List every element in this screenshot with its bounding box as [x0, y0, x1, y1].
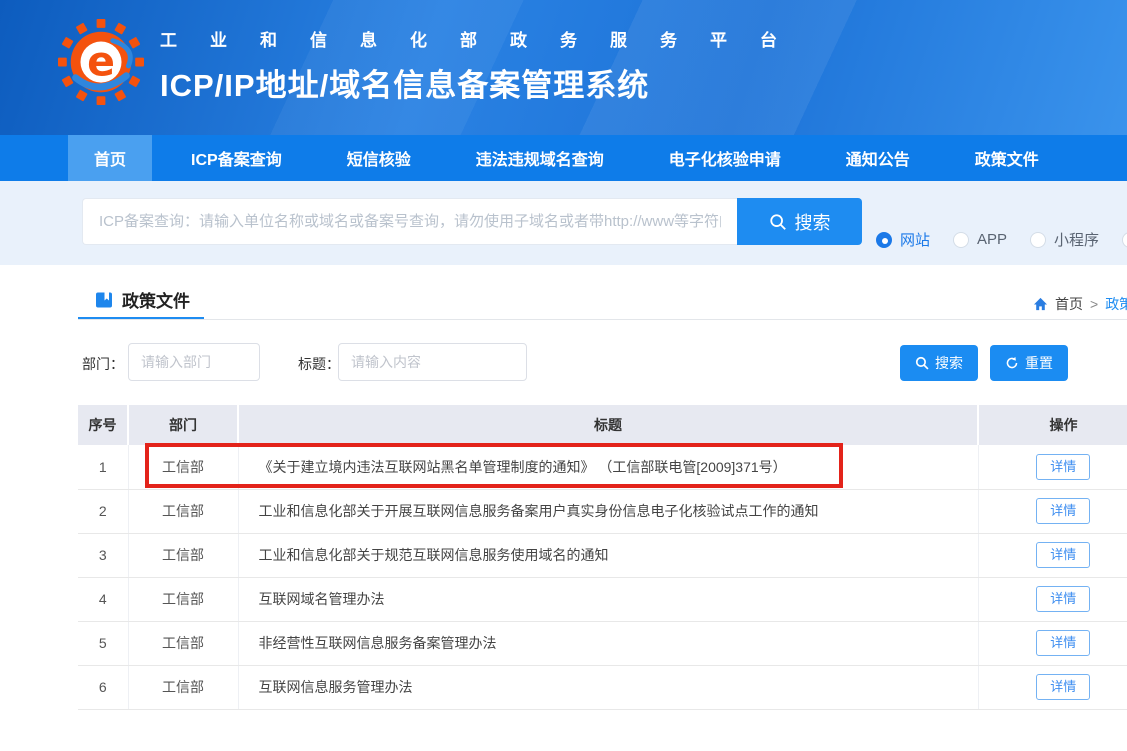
page: e 工业和信息化部政务服务平台 ICP/IP地址/域名信息备案管理系统 首页 I… [0, 0, 1127, 751]
table-row: 6 工信部 互联网信息服务管理办法 详情 [78, 665, 1127, 709]
svg-text:e: e [87, 38, 115, 86]
radio-quickapp[interactable]: 快应用 [1122, 229, 1127, 250]
detail-button[interactable]: 详情 [1036, 586, 1090, 612]
filter-search-label: 搜索 [935, 353, 963, 373]
cell-title: 非经营性互联网信息服务备案管理办法 [238, 621, 978, 665]
breadcrumb-separator: > [1090, 296, 1098, 312]
breadcrumb: 首页 > 政策文件 [1033, 294, 1127, 314]
col-header-title: 标题 [238, 405, 978, 445]
icp-search-button[interactable]: 搜索 [737, 198, 862, 245]
ministry-title: 工业和信息化部政务服务平台 [160, 26, 810, 51]
table-header-row: 序号 部门 标题 操作 [78, 405, 1127, 445]
main-nav: 首页 ICP备案查询 短信核验 违法违规域名查询 电子化核验申请 通知公告 政策… [0, 135, 1127, 181]
section-divider [78, 319, 1127, 320]
cell-dept: 工信部 [128, 665, 238, 709]
refresh-icon [1005, 356, 1019, 370]
title-filter-input[interactable] [338, 343, 527, 381]
nav-item-icp-query[interactable]: ICP备案查询 [165, 135, 308, 181]
cell-title: 互联网信息服务管理办法 [238, 665, 978, 709]
book-icon [95, 291, 113, 309]
col-header-no: 序号 [78, 405, 128, 445]
cell-title: 《关于建立境内违法互联网站黑名单管理制度的通知》 （工信部联电管[2009]37… [238, 445, 978, 489]
table-row: 2 工信部 工业和信息化部关于开展互联网信息服务备案用户真实身份信息电子化核验试… [78, 489, 1127, 533]
search-icon [769, 213, 787, 231]
cell-no: 4 [78, 577, 128, 621]
page-title: 政策文件 [95, 287, 190, 312]
cell-dept: 工信部 [128, 621, 238, 665]
cell-title: 工业和信息化部关于规范互联网信息服务使用域名的通知 [238, 533, 978, 577]
radio-website[interactable]: 网站 [876, 229, 930, 250]
page-title-label: 政策文件 [122, 287, 190, 312]
radio-app[interactable]: APP [953, 231, 1007, 248]
table-row: 3 工信部 工业和信息化部关于规范互联网信息服务使用域名的通知 详情 [78, 533, 1127, 577]
filter-search-button[interactable]: 搜索 [900, 345, 978, 381]
site-header: e 工业和信息化部政务服务平台 ICP/IP地址/域名信息备案管理系统 [0, 0, 1127, 135]
table-row: 5 工信部 非经营性互联网信息服务备案管理办法 详情 [78, 621, 1127, 665]
icp-search-strip: 搜索 网站 APP 小程序 快应用 [0, 181, 1127, 265]
dept-filter-label: 部门： [82, 354, 124, 374]
radio-website-label: 网站 [900, 229, 930, 250]
radio-circle-icon [876, 232, 892, 248]
nav-item-notices[interactable]: 通知公告 [820, 135, 936, 181]
cell-dept: 工信部 [128, 489, 238, 533]
breadcrumb-home[interactable]: 首页 [1055, 294, 1083, 314]
radio-miniprogram-label: 小程序 [1054, 229, 1099, 250]
icp-search-button-label: 搜索 [795, 209, 831, 235]
policy-table: 序号 部门 标题 操作 1 工信部 《关于建立境内违法互联网站黑名单管理制度的通… [78, 405, 1127, 710]
detail-button[interactable]: 详情 [1036, 454, 1090, 480]
search-type-radio-group: 网站 APP 小程序 快应用 [876, 229, 1127, 250]
nav-item-policy-files[interactable]: 政策文件 [949, 135, 1065, 181]
detail-button[interactable]: 详情 [1036, 542, 1090, 568]
filter-reset-label: 重置 [1025, 353, 1053, 373]
cell-no: 2 [78, 489, 128, 533]
table-row: 1 工信部 《关于建立境内违法互联网站黑名单管理制度的通知》 （工信部联电管[2… [78, 445, 1127, 489]
detail-button[interactable]: 详情 [1036, 674, 1090, 700]
detail-button[interactable]: 详情 [1036, 630, 1090, 656]
search-icon [915, 356, 929, 370]
radio-circle-icon [953, 232, 969, 248]
detail-button[interactable]: 详情 [1036, 498, 1090, 524]
home-icon [1033, 297, 1048, 311]
cell-no: 1 [78, 445, 128, 489]
table-row: 4 工信部 互联网域名管理办法 详情 [78, 577, 1127, 621]
cell-dept: 工信部 [128, 577, 238, 621]
miit-logo-icon: e [58, 18, 144, 110]
cell-dept: 工信部 [128, 533, 238, 577]
nav-item-sms-verify[interactable]: 短信核验 [321, 135, 437, 181]
cell-no: 5 [78, 621, 128, 665]
dept-filter-input[interactable] [128, 343, 260, 381]
filter-reset-button[interactable]: 重置 [990, 345, 1068, 381]
nav-item-e-verify-apply[interactable]: 电子化核验申请 [643, 135, 807, 181]
nav-item-illegal-domain-query[interactable]: 违法违规域名查询 [450, 135, 630, 181]
radio-app-label: APP [977, 231, 1007, 248]
icp-search-input[interactable] [82, 198, 737, 245]
radio-circle-icon [1030, 232, 1046, 248]
nav-item-home[interactable]: 首页 [68, 135, 152, 181]
breadcrumb-current: 政策文件 [1105, 294, 1127, 314]
title-filter-label: 标题： [298, 354, 340, 374]
cell-title: 工业和信息化部关于开展互联网信息服务备案用户真实身份信息电子化核验试点工作的通知 [238, 489, 978, 533]
cell-title: 互联网域名管理办法 [238, 577, 978, 621]
radio-miniprogram[interactable]: 小程序 [1030, 229, 1099, 250]
cell-no: 6 [78, 665, 128, 709]
radio-circle-icon [1122, 232, 1127, 248]
system-title: ICP/IP地址/域名信息备案管理系统 [160, 60, 810, 105]
cell-no: 3 [78, 533, 128, 577]
col-header-dept: 部门 [128, 405, 238, 445]
cell-dept: 工信部 [128, 445, 238, 489]
col-header-action: 操作 [978, 405, 1127, 445]
icp-search-box: 搜索 [82, 198, 862, 245]
